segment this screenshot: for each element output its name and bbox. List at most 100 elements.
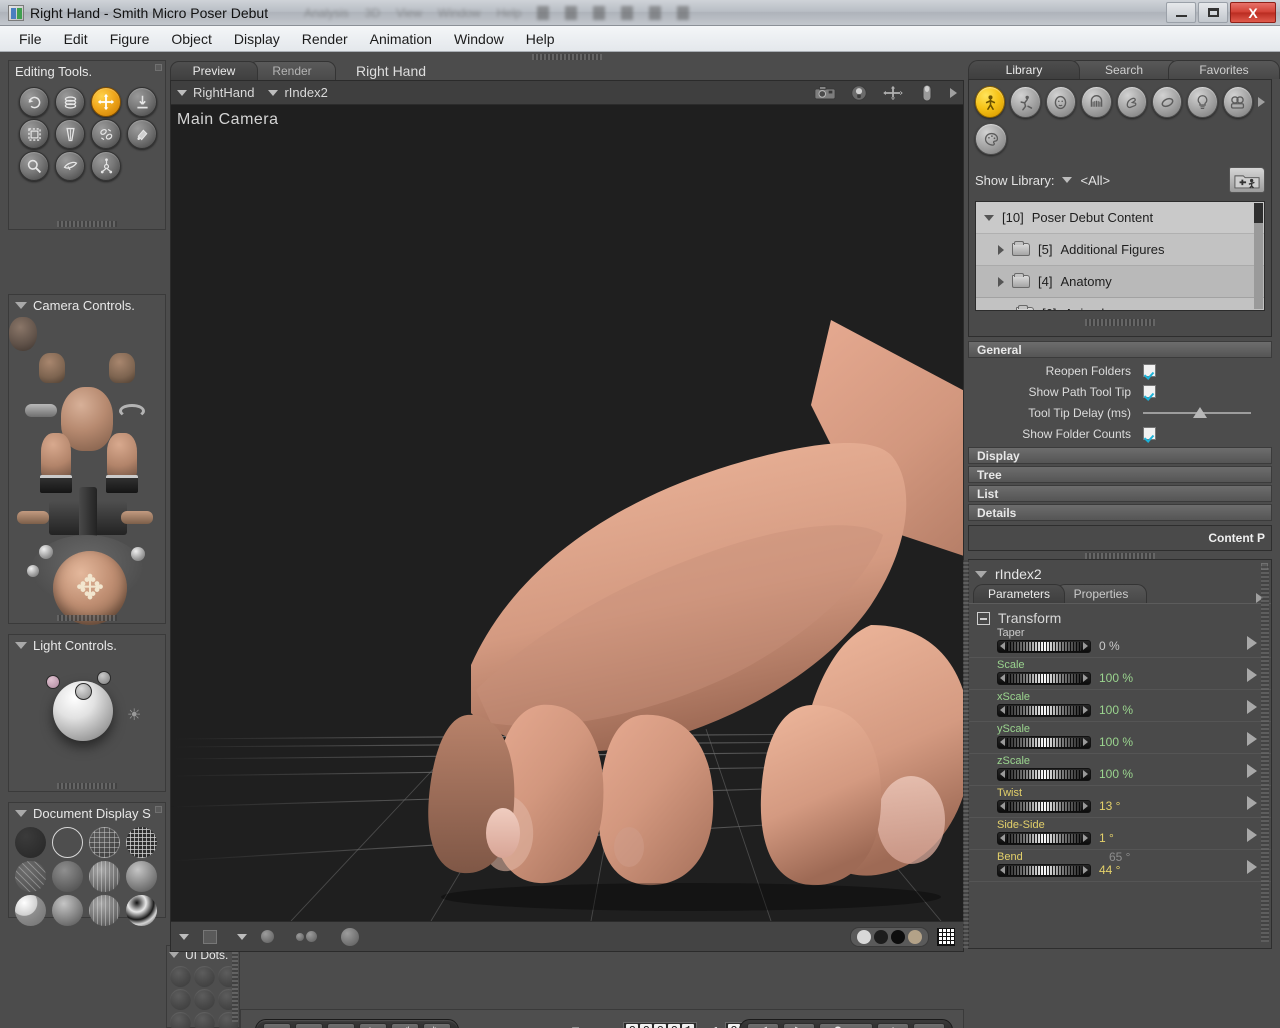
expand-arrow-icon[interactable]	[950, 87, 957, 98]
ui-dot-8[interactable]	[194, 1012, 215, 1028]
light-node-3[interactable]	[97, 671, 111, 685]
style-smooth-lined[interactable]	[15, 895, 46, 926]
expand-triangle-icon[interactable]	[984, 214, 994, 221]
menu-render[interactable]: Render	[293, 28, 357, 50]
dial-value[interactable]: 100 %	[1099, 671, 1133, 685]
right-palm-icon[interactable]	[107, 433, 137, 479]
display-style-swatch[interactable]	[203, 929, 217, 944]
next-key-button[interactable]: ▶	[783, 1023, 815, 1028]
collapse-triangle-icon[interactable]	[15, 810, 27, 817]
dial-control[interactable]	[997, 767, 1091, 781]
camera-icon[interactable]	[814, 84, 836, 102]
go-to-end-button[interactable]: ⏭	[295, 1023, 323, 1028]
tab-parameters[interactable]: Parameters	[973, 584, 1065, 603]
doc-display-resize-grip[interactable]	[155, 806, 162, 813]
show-library-dropdown-icon[interactable]	[1062, 177, 1073, 183]
ui-dot-4[interactable]	[170, 989, 191, 1010]
foreground-ball-icon[interactable]	[261, 930, 274, 943]
expand-triangle-icon[interactable]	[998, 276, 1004, 287]
lights-category-icon[interactable]	[1187, 86, 1218, 118]
tooltip-delay-slider[interactable]	[1143, 406, 1251, 419]
camera-ball-3[interactable]	[131, 547, 145, 561]
show-folder-counts-checkbox[interactable]	[1143, 427, 1156, 440]
ui-dots-grip[interactable]	[232, 950, 238, 1022]
poses-category-icon[interactable]	[1010, 86, 1041, 118]
prev-key-button[interactable]: ◀	[747, 1023, 779, 1028]
panel-resize-grip[interactable]	[155, 64, 162, 71]
slider-thumb[interactable]	[1192, 406, 1207, 418]
dial-control[interactable]	[997, 639, 1091, 653]
library-resize-grip[interactable]	[1085, 319, 1155, 326]
dial-value[interactable]: 100 %	[1099, 703, 1133, 717]
add-folder-icon[interactable]	[1229, 167, 1265, 193]
collapse-triangle-icon[interactable]	[15, 302, 27, 309]
light-icon[interactable]	[848, 84, 870, 102]
grouping-tool-icon[interactable]	[55, 151, 85, 181]
cameras-category-icon[interactable]	[1222, 86, 1253, 118]
transform-group-header[interactable]: Transform	[969, 610, 1271, 626]
direct-manipulation-tool-icon[interactable]	[91, 151, 121, 181]
left-palm-icon[interactable]	[41, 433, 71, 479]
style-cartoon[interactable]	[126, 895, 157, 926]
pref-section-details[interactable]: Details	[968, 504, 1272, 521]
stop-button[interactable]: ■	[327, 1023, 355, 1028]
left-hand-camera-icon[interactable]	[39, 353, 65, 383]
style-smooth-shaded[interactable]	[126, 861, 157, 892]
close-button[interactable]: X	[1230, 2, 1276, 23]
expand-triangle-icon[interactable]	[998, 244, 1004, 255]
dial-expand-arrow-icon[interactable]	[1247, 796, 1257, 810]
expand-triangle-icon[interactable]	[998, 311, 1008, 312]
dial-expand-arrow-icon[interactable]	[1247, 636, 1257, 650]
show-library-value[interactable]: <All>	[1080, 173, 1110, 188]
pref-section-tree[interactable]: Tree	[968, 466, 1272, 483]
dial-control[interactable]	[997, 799, 1091, 813]
swatch-black[interactable]	[891, 929, 905, 944]
dial-expand-arrow-icon[interactable]	[1247, 764, 1257, 778]
taper-tool-icon[interactable]	[55, 119, 85, 149]
tree-row[interactable]: [4] Anatomy	[976, 266, 1264, 298]
collapse-box-icon[interactable]	[977, 611, 990, 625]
step-forward-button[interactable]: |▶	[423, 1023, 451, 1028]
dial-value[interactable]: 100 %	[1099, 767, 1133, 781]
figures-category-icon[interactable]	[975, 86, 1006, 118]
head-camera-icon[interactable]	[9, 317, 37, 351]
light-control-widget[interactable]: ☀	[9, 657, 165, 777]
view-magnifier-tool-icon[interactable]	[19, 151, 49, 181]
panel-grip[interactable]	[57, 221, 117, 227]
twist-tool-icon[interactable]	[55, 87, 85, 117]
roll-camera-icon[interactable]	[119, 404, 145, 418]
maximize-button[interactable]	[1198, 2, 1228, 23]
display-style-dropdown-icon[interactable]	[179, 933, 189, 940]
hands-category-icon[interactable]	[1116, 86, 1147, 118]
reopen-folders-checkbox[interactable]	[1143, 364, 1156, 377]
show-path-tooltip-checkbox[interactable]	[1143, 385, 1156, 398]
dial-expand-arrow-icon[interactable]	[1247, 860, 1257, 874]
menu-file[interactable]: File	[10, 28, 51, 50]
menu-edit[interactable]: Edit	[55, 28, 97, 50]
dial-value[interactable]: 44 °	[1099, 863, 1120, 877]
tab-render[interactable]: Render	[248, 61, 336, 80]
light-node-2[interactable]	[75, 683, 92, 700]
style-texture-lined[interactable]	[89, 895, 120, 926]
dial-control[interactable]	[997, 671, 1091, 685]
dial-control[interactable]	[997, 735, 1091, 749]
foreground-dropdown-icon[interactable]	[237, 933, 247, 940]
rotate-tool-icon[interactable]	[19, 87, 49, 117]
pref-section-list[interactable]: List	[968, 485, 1272, 502]
depth-cue-icon[interactable]	[296, 931, 317, 942]
tree-row[interactable]: [6] Animals	[976, 298, 1264, 312]
hand-3d-model[interactable]	[171, 105, 963, 922]
dial-expand-arrow-icon[interactable]	[1247, 700, 1257, 714]
play-button[interactable]: ▶	[359, 1023, 387, 1028]
tree-scrollbar[interactable]	[1254, 203, 1263, 309]
left-pointer-icon[interactable]	[17, 511, 49, 524]
props-category-icon[interactable]	[1151, 86, 1183, 118]
parameters-panel-grip[interactable]	[1085, 553, 1155, 559]
library-tree[interactable]: [10] Poser Debut Content [5] Additional …	[975, 201, 1265, 311]
ui-dot-5[interactable]	[194, 989, 215, 1010]
tab-preview[interactable]: Preview	[170, 61, 258, 80]
dial-expand-arrow-icon[interactable]	[1247, 732, 1257, 746]
dial-value[interactable]: 0 %	[1099, 639, 1120, 653]
light-intensity-icon[interactable]: ☀	[127, 705, 141, 725]
pref-section-display[interactable]: Display	[968, 447, 1272, 464]
